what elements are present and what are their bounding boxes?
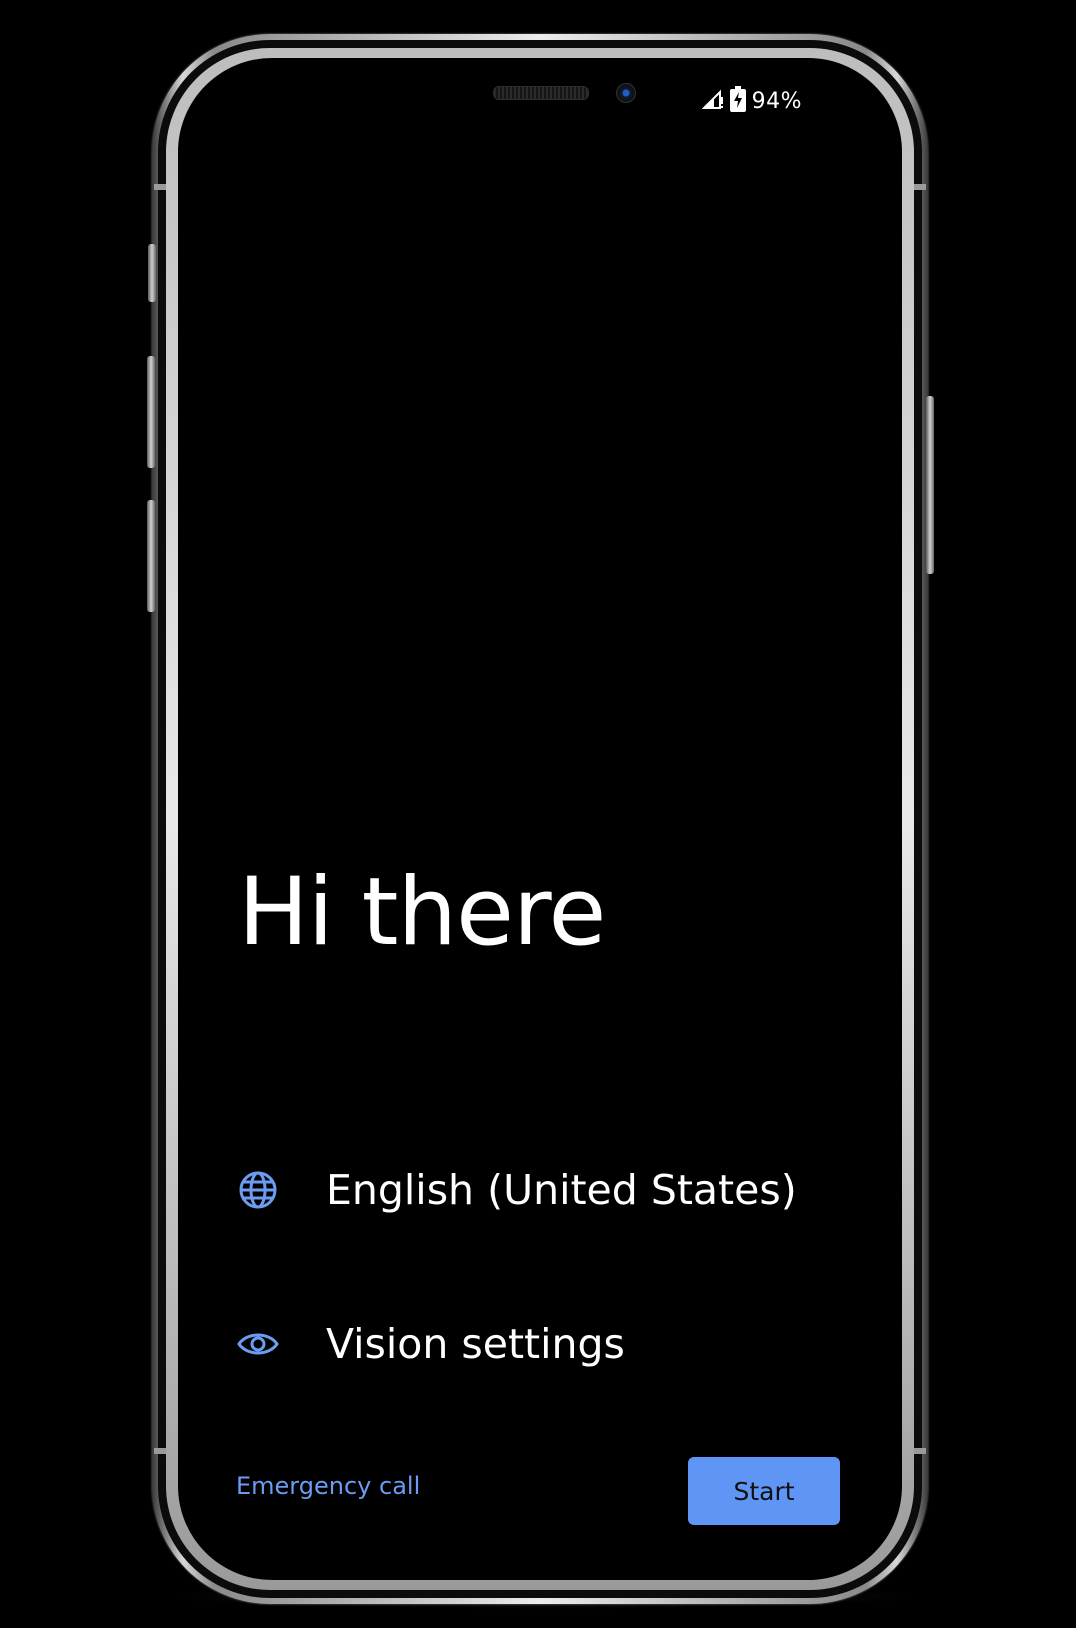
status-bar: 94%: [701, 86, 802, 117]
battery-charging-icon: [729, 86, 746, 117]
start-button[interactable]: Start: [688, 1457, 840, 1525]
power-button: [926, 396, 934, 574]
antenna-band: [914, 184, 926, 190]
stage: 94% Hi there English (United States) Vis…: [0, 0, 1076, 1628]
phone-screen: 94% Hi there English (United States) Vis…: [178, 58, 902, 1580]
antenna-band: [914, 1448, 926, 1454]
antenna-band: [154, 184, 166, 190]
volume-up-button: [147, 356, 155, 468]
earpiece-speaker: [493, 86, 589, 100]
front-camera: [616, 83, 636, 103]
vision-settings-label: Vision settings: [326, 1320, 625, 1368]
page-title: Hi there: [238, 858, 606, 967]
volume-down-button: [147, 500, 155, 612]
battery-percentage: 94%: [751, 89, 802, 114]
language-label: English (United States): [326, 1166, 797, 1214]
mute-switch: [148, 244, 156, 302]
antenna-band: [154, 1448, 166, 1454]
signal-no-data-icon: [701, 88, 724, 115]
language-selector[interactable]: English (United States): [236, 1166, 836, 1214]
vision-settings-button[interactable]: Vision settings: [236, 1320, 836, 1368]
emergency-call-link[interactable]: Emergency call: [236, 1472, 420, 1500]
globe-icon: [236, 1168, 280, 1212]
eye-icon: [236, 1322, 280, 1366]
